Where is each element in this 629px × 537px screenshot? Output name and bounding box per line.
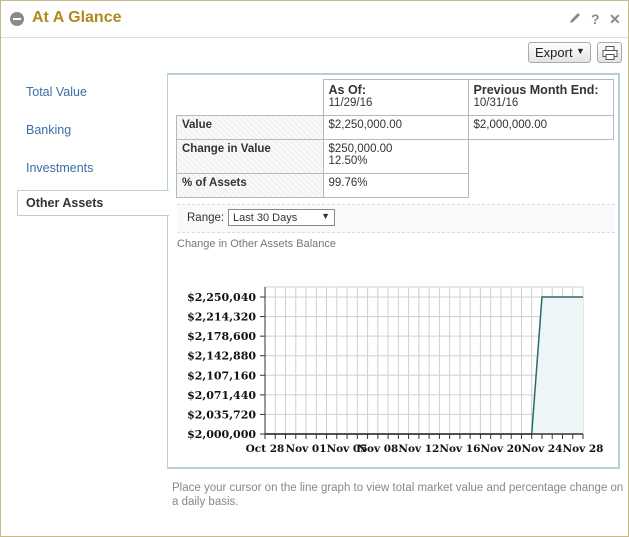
y-tick-label: $2,071,440 (187, 389, 256, 402)
x-tick-label: Nov 20 (480, 443, 521, 455)
y-tick-label: $2,035,720 (187, 408, 256, 421)
y-tick-label: $2,178,600 (187, 330, 256, 343)
x-tick-label: Oct 28 (246, 443, 285, 455)
x-tick-label: Nov 08 (357, 443, 398, 455)
footer-note: Place your cursor on the line graph to v… (172, 482, 624, 508)
x-tick-label: Nov 16 (439, 443, 480, 455)
x-tick-label: Nov 24 (521, 443, 562, 455)
y-tick-label: $2,250,040 (187, 291, 256, 304)
balance-chart[interactable]: $2,250,040 $2,214,320 $2,178,600 $2,142,880… (0, 0, 629, 537)
y-tick-label: $2,107,160 (187, 369, 256, 382)
x-tick-label: Nov 28 (563, 443, 604, 455)
y-tick-label: $2,214,320 (187, 311, 256, 324)
y-tick-label: $2,142,880 (187, 350, 256, 363)
x-tick-label: Nov 12 (398, 443, 439, 455)
y-tick-label: $2,000,000 (187, 428, 256, 441)
x-tick-label: Nov 01 (286, 443, 327, 455)
